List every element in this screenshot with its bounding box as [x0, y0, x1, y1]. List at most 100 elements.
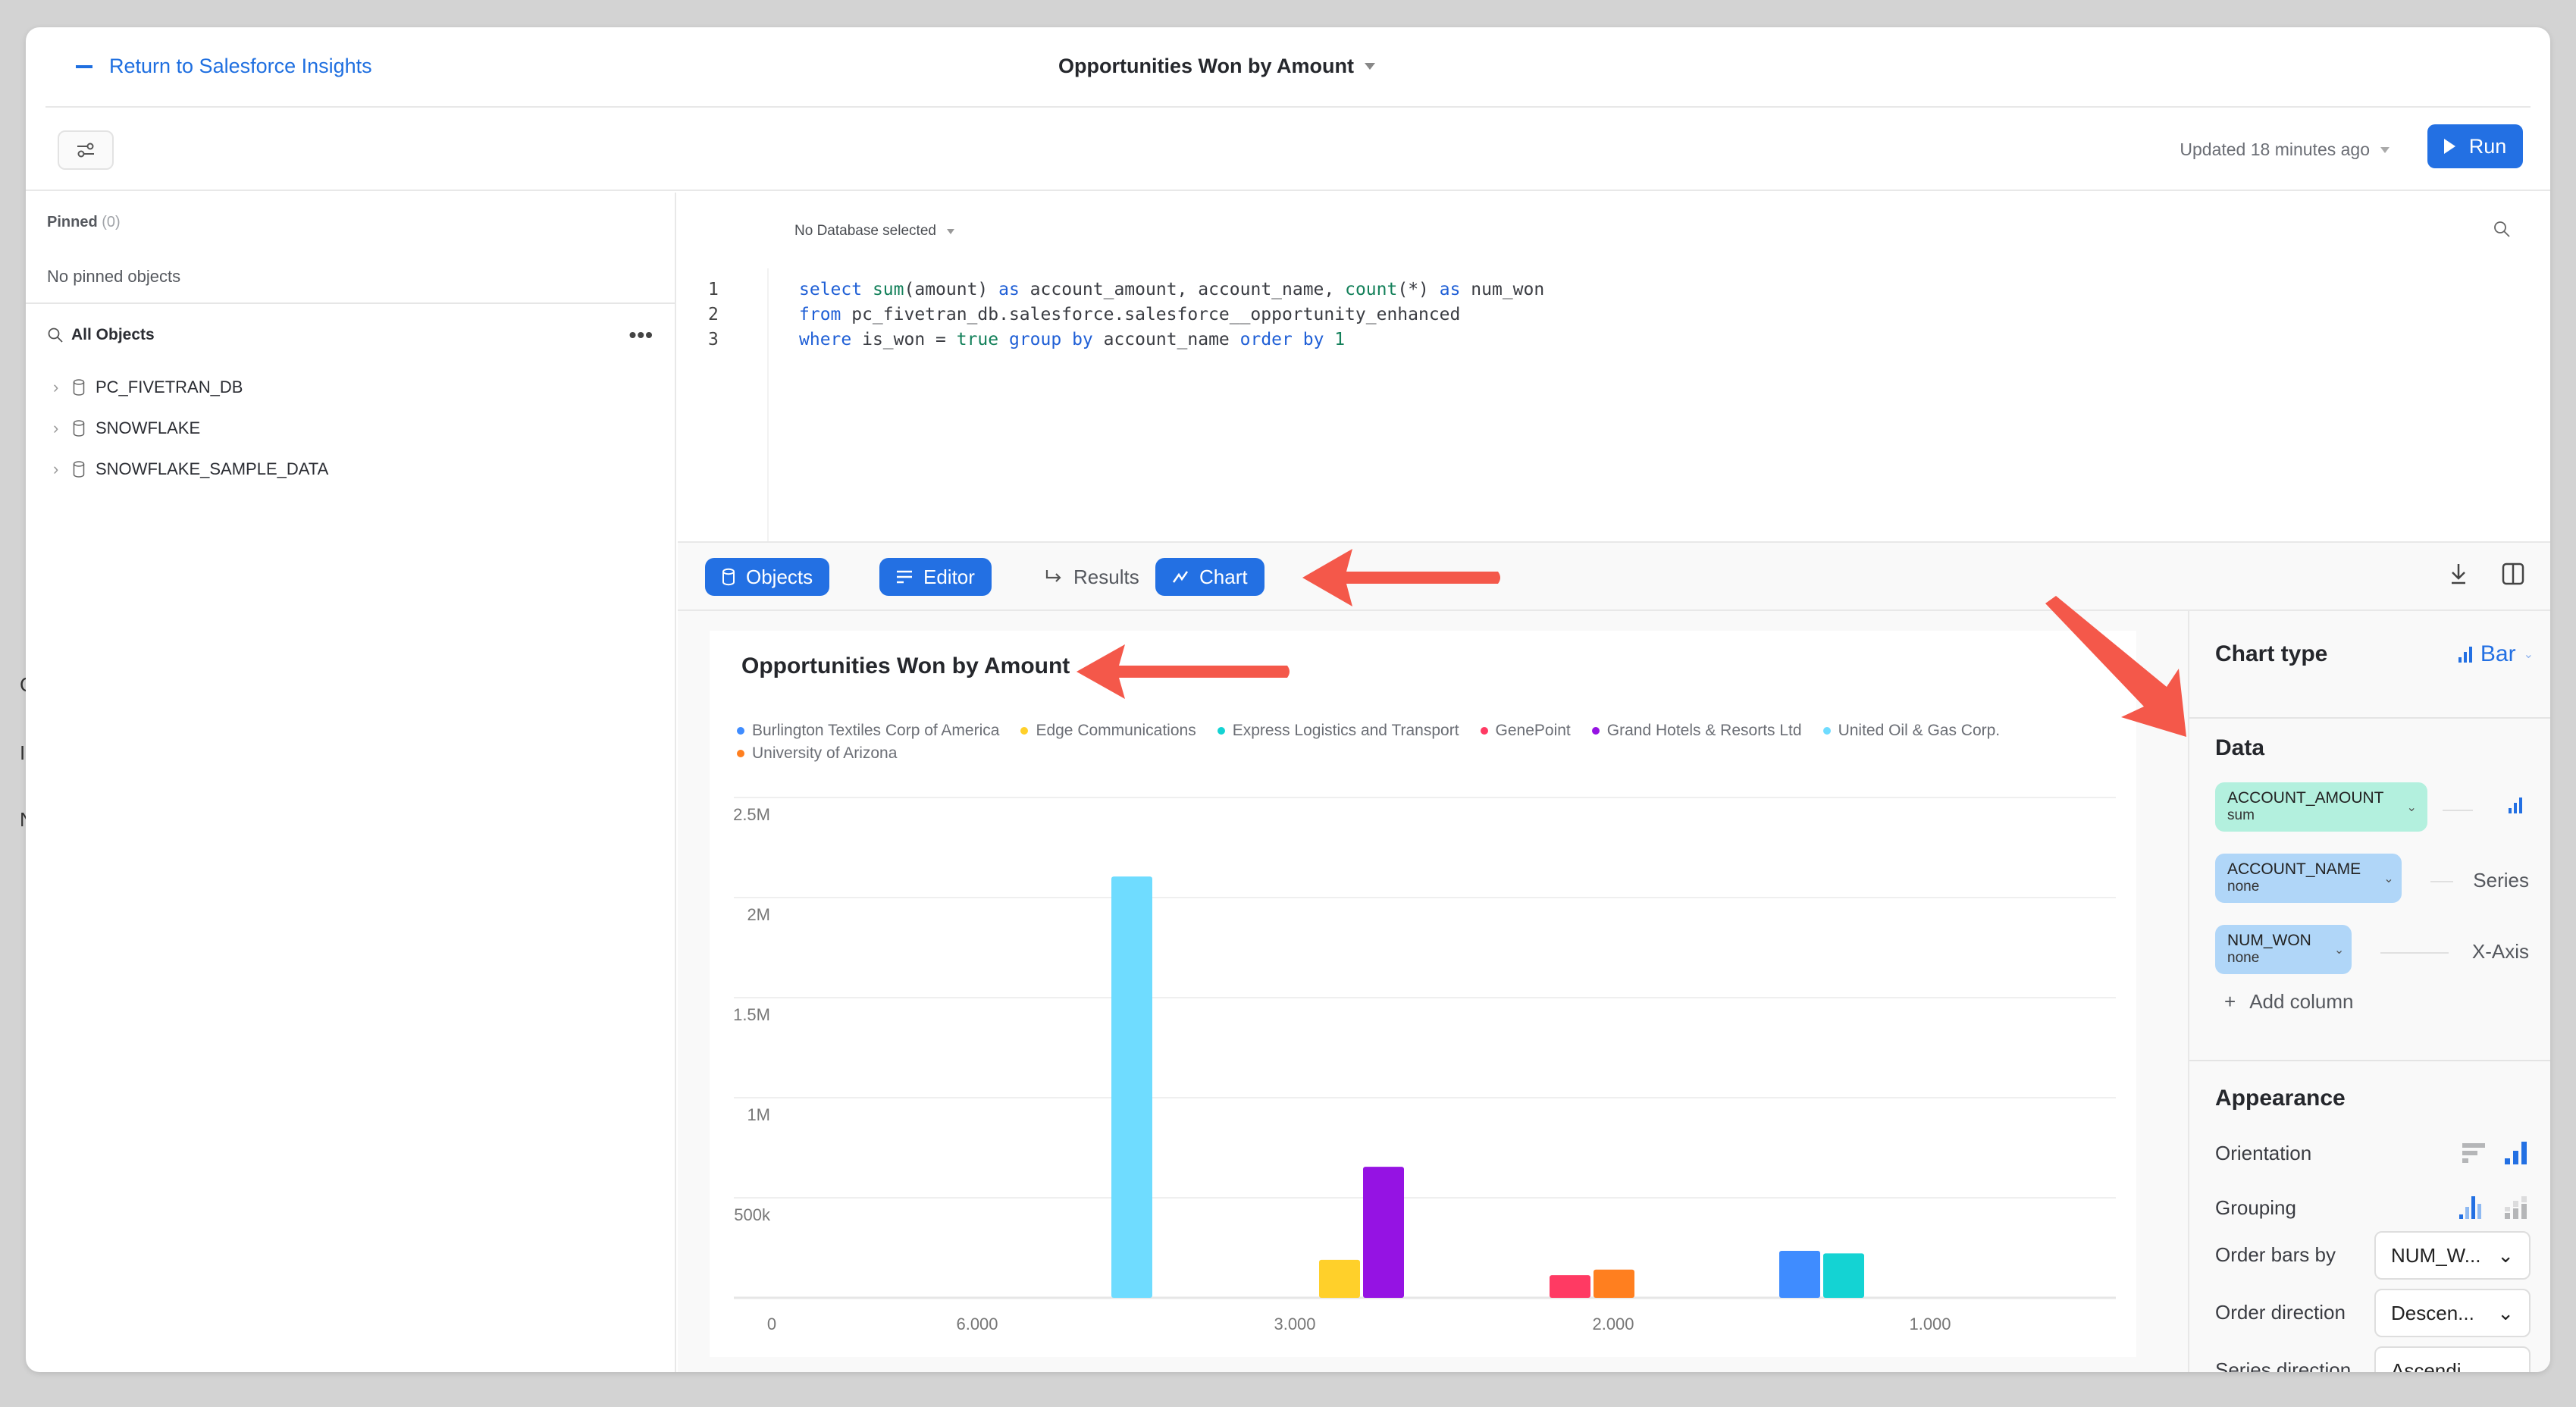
tree-item-database[interactable]: › SNOWFLAKE	[53, 408, 328, 449]
tree-item-database[interactable]: › PC_FIVETRAN_DB	[53, 367, 328, 408]
chevron-down-icon: ⌄	[2383, 872, 2394, 885]
column-pill-account-amount[interactable]: ACCOUNT_AMOUNT sum ⌄	[2215, 782, 2427, 832]
code-text: account_amount, account_name,	[1019, 280, 1346, 299]
divider	[2189, 717, 2550, 719]
y-tick-label: 2M	[747, 905, 770, 924]
code-text: (*)	[1397, 280, 1440, 299]
database-name: PC_FIVETRAN_DB	[96, 378, 243, 396]
database-select[interactable]: No Database selected	[794, 223, 954, 240]
database-icon	[722, 568, 735, 586]
pill-label: ACCOUNT_NAME none	[2227, 861, 2361, 895]
run-label: Run	[2468, 134, 2507, 158]
y-tick-label: 500k	[734, 1205, 771, 1224]
tab-chart[interactable]: Chart	[1155, 558, 1264, 596]
chart-type-select[interactable]: Bar ⌄	[2458, 641, 2534, 667]
code-line: 3 where is_won = true group by account_n…	[708, 327, 1544, 353]
column-name: ACCOUNT_AMOUNT	[2227, 789, 2384, 807]
keyword: select	[799, 280, 863, 299]
series-direction-select[interactable]: Ascendi... ⌄	[2374, 1346, 2531, 1372]
code-line: 2 from pc_fivetran_db.salesforce.salesfo…	[708, 302, 1544, 327]
column-name: ACCOUNT_NAME	[2227, 860, 2361, 878]
tab-results[interactable]: Results	[1028, 558, 1156, 596]
bar-edge-communications[interactable]	[1319, 1259, 1360, 1298]
filter-button[interactable]	[58, 130, 114, 170]
select-value: Ascendi...	[2391, 1358, 2478, 1373]
sql-editor[interactable]: No Database selected 1 select sum (amount…	[678, 193, 2550, 541]
vertical-bars-icon[interactable]	[2505, 1142, 2527, 1164]
tab-editor[interactable]: Editor	[879, 558, 992, 596]
header: Return to Salesforce Insights Opportunit…	[45, 27, 2531, 108]
plus-icon: +	[2224, 990, 2236, 1013]
select-value: Descen...	[2391, 1301, 2474, 1324]
pill-label: ACCOUNT_AMOUNT sum	[2227, 790, 2384, 824]
ellipsis-icon[interactable]: •••	[629, 323, 653, 347]
code-area[interactable]: 1 select sum (amount) as account_amount, …	[708, 277, 1544, 353]
worksheet-title[interactable]: Opportunities Won by Amount	[1058, 55, 1375, 78]
object-browser: Pinned (0) No pinned objects All Objects…	[26, 193, 676, 1372]
pinned-count: (0)	[102, 214, 121, 230]
pinned-header: Pinned (0)	[47, 214, 121, 231]
app-window: Return to Salesforce Insights Opportunit…	[26, 27, 2550, 1372]
column-pill-account-name[interactable]: ACCOUNT_NAME none ⌄	[2215, 854, 2402, 903]
order-direction-select[interactable]: Descen... ⌄	[2374, 1289, 2531, 1337]
split-view-icon[interactable]	[2502, 562, 2524, 585]
line-number: 3	[708, 330, 719, 349]
line-number: 2	[708, 305, 719, 324]
x-tick-label: 0	[767, 1315, 776, 1333]
editor-lines-icon	[897, 570, 912, 584]
keyword: group by	[1008, 330, 1093, 349]
stacked-bars-icon[interactable]	[2505, 1196, 2527, 1219]
grouping-toggle	[2459, 1196, 2527, 1219]
bar-express-logistics-and-transport[interactable]	[1823, 1253, 1864, 1298]
updated-status[interactable]: Updated 18 minutes ago	[2180, 139, 2390, 160]
run-button[interactable]: Run	[2427, 124, 2523, 168]
bar-grand-hotels-resorts-ltd[interactable]	[1363, 1167, 1404, 1298]
x-tick-label: 2.000	[1592, 1315, 1634, 1333]
grouped-bars-icon[interactable]	[2459, 1196, 2485, 1219]
chevron-right-icon[interactable]: ›	[53, 459, 62, 479]
function: count	[1345, 280, 1398, 299]
column-pill-num-won[interactable]: NUM_WON none ⌄	[2215, 925, 2352, 974]
chevron-right-icon[interactable]: ›	[53, 378, 62, 397]
sliders-icon	[77, 143, 94, 158]
bar-burlington-textiles-corp-of-america[interactable]	[1779, 1250, 1820, 1298]
code-text: (amount)	[904, 280, 999, 299]
orientation-toggle	[2462, 1142, 2527, 1164]
bar-united-oil-gas-corp[interactable]	[1111, 876, 1152, 1298]
horizontal-bars-icon[interactable]	[2462, 1142, 2485, 1164]
tab-objects[interactable]: Objects	[705, 558, 830, 596]
chart-card: Opportunities Won by Amount Burlington T…	[710, 631, 2136, 1357]
order-bars-by-select[interactable]: NUM_W... ⌄	[2374, 1231, 2531, 1280]
keyword: as	[998, 280, 1020, 299]
keyword: where	[799, 330, 852, 349]
chevron-right-icon[interactable]: ›	[53, 418, 62, 438]
grouping-label: Grouping	[2215, 1196, 2296, 1219]
tabbar-actions	[2449, 562, 2524, 585]
code-text: pc_fivetran_db.salesforce.salesforce__op…	[841, 305, 1461, 324]
database-select-label: No Database selected	[794, 223, 936, 239]
chevron-down-icon: ⌄	[2406, 801, 2417, 814]
bar-chart-icon	[2458, 647, 2472, 663]
bar-university-of-arizona[interactable]	[1594, 1269, 1634, 1298]
return-link-label: Return to Salesforce Insights	[109, 55, 372, 77]
bar-genepoint[interactable]	[1550, 1275, 1590, 1298]
column-name: NUM_WON	[2227, 932, 2311, 949]
orientation-label: Orientation	[2215, 1142, 2312, 1164]
data-section-title: Data	[2215, 735, 2265, 760]
download-icon[interactable]	[2449, 562, 2468, 585]
select-value: NUM_W...	[2391, 1243, 2481, 1267]
connector-line	[2443, 810, 2473, 811]
code-text: account_name	[1092, 330, 1240, 349]
all-objects-label: All Objects	[71, 326, 155, 343]
chart-config-panel: Chart type Bar ⌄ Data ACCOUNT_AMOUNT sum…	[2045, 596, 2550, 1372]
all-objects-header: All Objects •••	[47, 323, 653, 347]
tree-item-database[interactable]: › SNOWFLAKE_SAMPLE_DATA	[53, 449, 328, 490]
caret-down-icon	[946, 228, 954, 234]
add-column-button[interactable]: + Add column	[2224, 990, 2354, 1014]
search-icon[interactable]	[2493, 220, 2511, 238]
return-link[interactable]: Return to Salesforce Insights	[76, 55, 372, 78]
pinned-empty-text: No pinned objects	[47, 267, 181, 286]
play-icon	[2443, 139, 2455, 154]
search-icon[interactable]	[47, 327, 64, 343]
